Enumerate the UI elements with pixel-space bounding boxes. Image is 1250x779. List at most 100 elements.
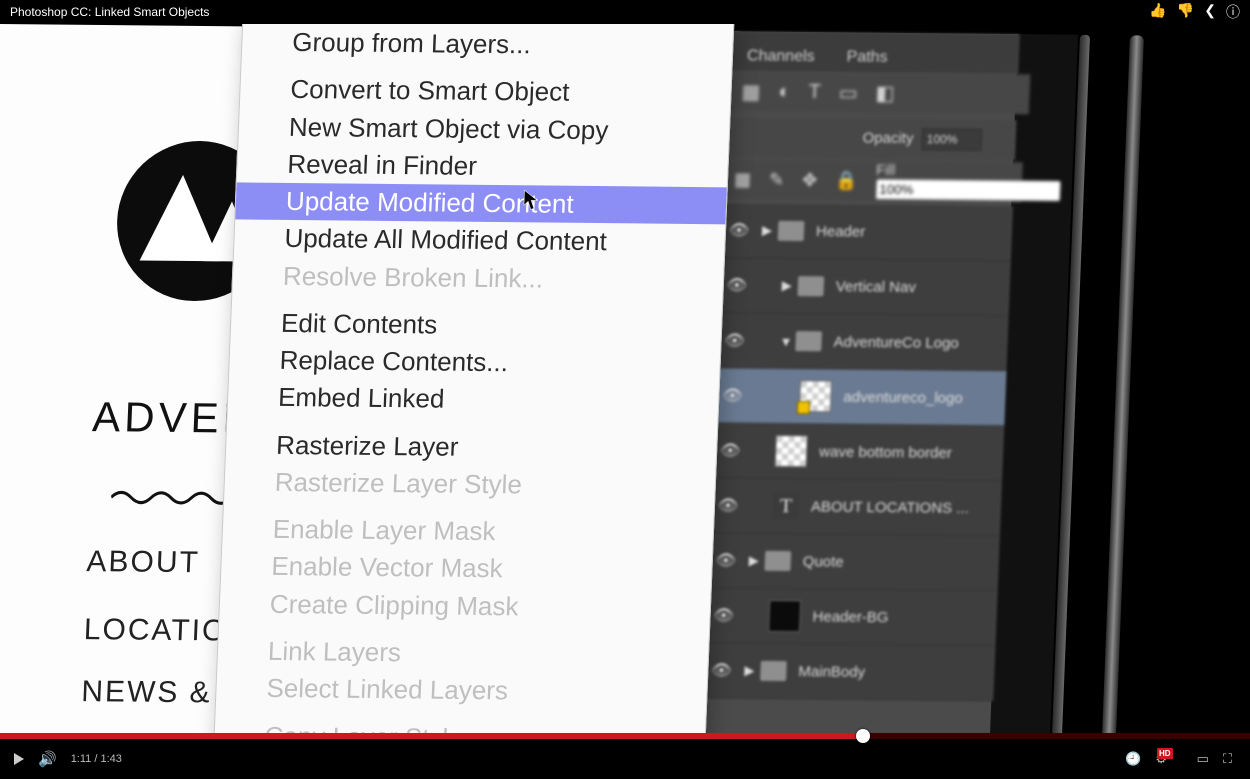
youtube-bottom-bar: 🔊 1:11 / 1:43 🕘 ⚙HD ▭ ⛶ <box>0 733 1250 779</box>
menu-item-convert-to-smart-object[interactable]: Convert to Smart Object <box>240 71 731 113</box>
fullscreen-icon[interactable]: ⛶ <box>1223 751 1232 767</box>
layers-list[interactable]: 👁 ▶ Header 👁 ▶ Vertical Nav 👁 ▼ AdventureCo Logo… <box>705 203 1013 701</box>
smart-object-thumb <box>775 435 808 467</box>
dislike-icon[interactable]: 👎 <box>1177 2 1194 22</box>
visibility-eye-icon[interactable]: 👁 <box>724 220 755 240</box>
visibility-eye-icon[interactable]: 👁 <box>708 605 739 625</box>
visibility-eye-icon[interactable]: 👁 <box>719 330 750 350</box>
disclosure-arrow-icon[interactable]: ▶ <box>782 278 799 294</box>
folder-icon <box>764 551 791 571</box>
lock-transparency-icon[interactable]: ▦ <box>734 169 752 190</box>
time-display: 1:11 / 1:43 <box>71 753 122 765</box>
visibility-eye-icon[interactable]: 👁 <box>713 495 744 515</box>
menu-item-group-from-layers[interactable]: Group from Layers... <box>242 24 733 66</box>
photographed-screen: ADVENT ABOUT LOCATIO NEWS & Channels Pat… <box>0 24 1180 733</box>
layer-row[interactable]: 👁 ▶ Header <box>723 203 1013 261</box>
nav-news: NEWS & <box>81 675 213 710</box>
visibility-eye-icon[interactable]: 👁 <box>706 660 737 680</box>
filter-smartobj-icon[interactable]: ◧ <box>875 80 895 105</box>
time-total: 1:43 <box>100 753 121 765</box>
layer-name[interactable]: AdventureCo Logo <box>833 333 959 351</box>
folder-icon <box>778 221 805 241</box>
layer-row[interactable]: 👁 ▶ Vertical Nav <box>721 258 1011 316</box>
play-button[interactable] <box>14 753 24 765</box>
menu-item-update-all-modified-content[interactable]: Update All Modified Content <box>234 220 725 262</box>
settings-icon[interactable]: ⚙HD <box>1155 751 1182 767</box>
layer-thumb <box>768 600 801 632</box>
info-icon[interactable]: ⓘ <box>1226 2 1240 22</box>
layer-row[interactable]: 👁 adventureco_logo <box>716 368 1006 426</box>
layer-name[interactable]: MainBody <box>798 663 865 681</box>
menu-item-resolve-broken-link: Resolve Broken Link... <box>232 257 723 299</box>
tab-paths[interactable]: Paths <box>830 42 904 73</box>
opacity-label: Opacity <box>862 130 914 148</box>
menu-item-rasterize-layer[interactable]: Rasterize Layer <box>226 426 717 468</box>
background-dark <box>1120 36 1250 734</box>
layer-name[interactable]: adventureco_logo <box>843 388 963 406</box>
folder-icon <box>797 276 824 296</box>
lock-all-icon[interactable]: 🔒 <box>835 170 858 191</box>
layer-name[interactable]: ABOUT LOCATIONS ... <box>811 498 969 517</box>
menu-item-enable-vector-mask: Enable Vector Mask <box>221 548 712 590</box>
nav-locations: LOCATIO <box>83 613 228 648</box>
fill-input[interactable] <box>875 179 1061 202</box>
menu-item-enable-layer-mask: Enable Layer Mask <box>222 511 713 553</box>
layer-name[interactable]: Header <box>816 223 866 240</box>
layer-name[interactable]: Vertical Nav <box>836 278 917 296</box>
layer-name[interactable]: Quote <box>803 553 845 570</box>
menu-item-new-smart-object-via-copy[interactable]: New Smart Object via Copy <box>238 108 729 150</box>
layer-name[interactable]: wave bottom border <box>819 443 952 461</box>
youtube-top-bar: Photoshop CC: Linked Smart Objects 👍 👎 ❮… <box>0 0 1250 24</box>
layer-row[interactable]: 👁 ▶ Quote <box>710 533 1000 591</box>
youtube-top-actions: 👍 👎 ❮ ⓘ <box>1149 2 1240 22</box>
like-icon[interactable]: 👍 <box>1149 2 1166 22</box>
share-icon[interactable]: ❮ <box>1204 2 1216 22</box>
volume-icon[interactable]: 🔊 <box>38 750 57 768</box>
wavy-divider-icon <box>111 487 232 508</box>
video-stage: ADVENT ABOUT LOCATIO NEWS & Channels Pat… <box>0 24 1250 733</box>
layer-row[interactable]: 👁 ▶ MainBody <box>705 643 995 701</box>
visibility-eye-icon[interactable]: 👁 <box>710 550 741 570</box>
layer-row[interactable]: 👁 wave bottom border <box>714 423 1004 481</box>
folder-icon <box>795 331 822 351</box>
disclosure-arrow-icon[interactable]: ▶ <box>762 223 779 239</box>
menu-item-create-clipping-mask: Create Clipping Mask <box>219 585 710 627</box>
tab-channels[interactable]: Channels <box>730 41 831 72</box>
disclosure-arrow-icon[interactable]: ▶ <box>744 663 761 679</box>
panel-tabs[interactable]: Channels Paths <box>730 31 1020 74</box>
lock-position-icon[interactable]: ✥ <box>802 170 818 191</box>
menu-item-embed-linked[interactable]: Embed Linked <box>227 379 718 421</box>
menu-item-replace-contents[interactable]: Replace Contents... <box>229 342 720 384</box>
layer-row[interactable]: 👁 ▼ AdventureCo Logo <box>719 313 1009 371</box>
menu-item-edit-contents[interactable]: Edit Contents <box>230 304 721 346</box>
filter-text-icon[interactable]: T <box>808 81 821 104</box>
menu-item-update-modified-content[interactable]: Update Modified Content <box>235 182 726 224</box>
menu-item-select-linked-layers: Select Linked Layers <box>216 670 707 712</box>
opacity-input[interactable] <box>921 128 982 151</box>
linked-smart-object-thumb <box>799 380 832 412</box>
lock-paint-icon[interactable]: ✎ <box>769 169 785 190</box>
text-layer-icon: T <box>773 493 800 519</box>
layer-context-menu[interactable]: Group from Layers... Convert to Smart Obj… <box>211 24 735 733</box>
size-icon[interactable]: ▭ <box>1197 751 1209 767</box>
layer-row[interactable]: 👁 Header-BG <box>708 588 998 646</box>
opacity-row: Opacity <box>727 117 1017 160</box>
fill-label: Fill <box>876 162 896 179</box>
filter-pixel-icon[interactable]: ▦ <box>741 79 761 104</box>
watch-later-icon[interactable]: 🕘 <box>1125 751 1141 767</box>
layer-row[interactable]: 👁 T ABOUT LOCATIONS ... <box>712 478 1002 536</box>
visibility-eye-icon[interactable]: 👁 <box>715 440 746 460</box>
menu-item-reveal-in-finder[interactable]: Reveal in Finder <box>237 145 728 187</box>
disclosure-arrow-icon[interactable]: ▶ <box>749 553 766 569</box>
filter-shape-icon[interactable]: ▭ <box>838 80 858 105</box>
layer-name[interactable]: Header-BG <box>812 608 889 626</box>
filter-adjust-icon[interactable]: ◐ <box>778 80 791 103</box>
visibility-eye-icon[interactable]: 👁 <box>717 385 748 405</box>
youtube-controls: 🔊 1:11 / 1:43 🕘 ⚙HD ▭ ⛶ <box>0 739 1250 779</box>
folder-icon <box>760 661 787 681</box>
menu-item-link-layers: Link Layers <box>217 632 708 674</box>
time-current: 1:11 <box>71 753 92 765</box>
disclosure-arrow-icon[interactable]: ▼ <box>779 333 796 348</box>
visibility-eye-icon[interactable]: 👁 <box>721 275 752 295</box>
panel-icon-row: ▦ ◐ T ▭ ◧ <box>729 71 1031 114</box>
